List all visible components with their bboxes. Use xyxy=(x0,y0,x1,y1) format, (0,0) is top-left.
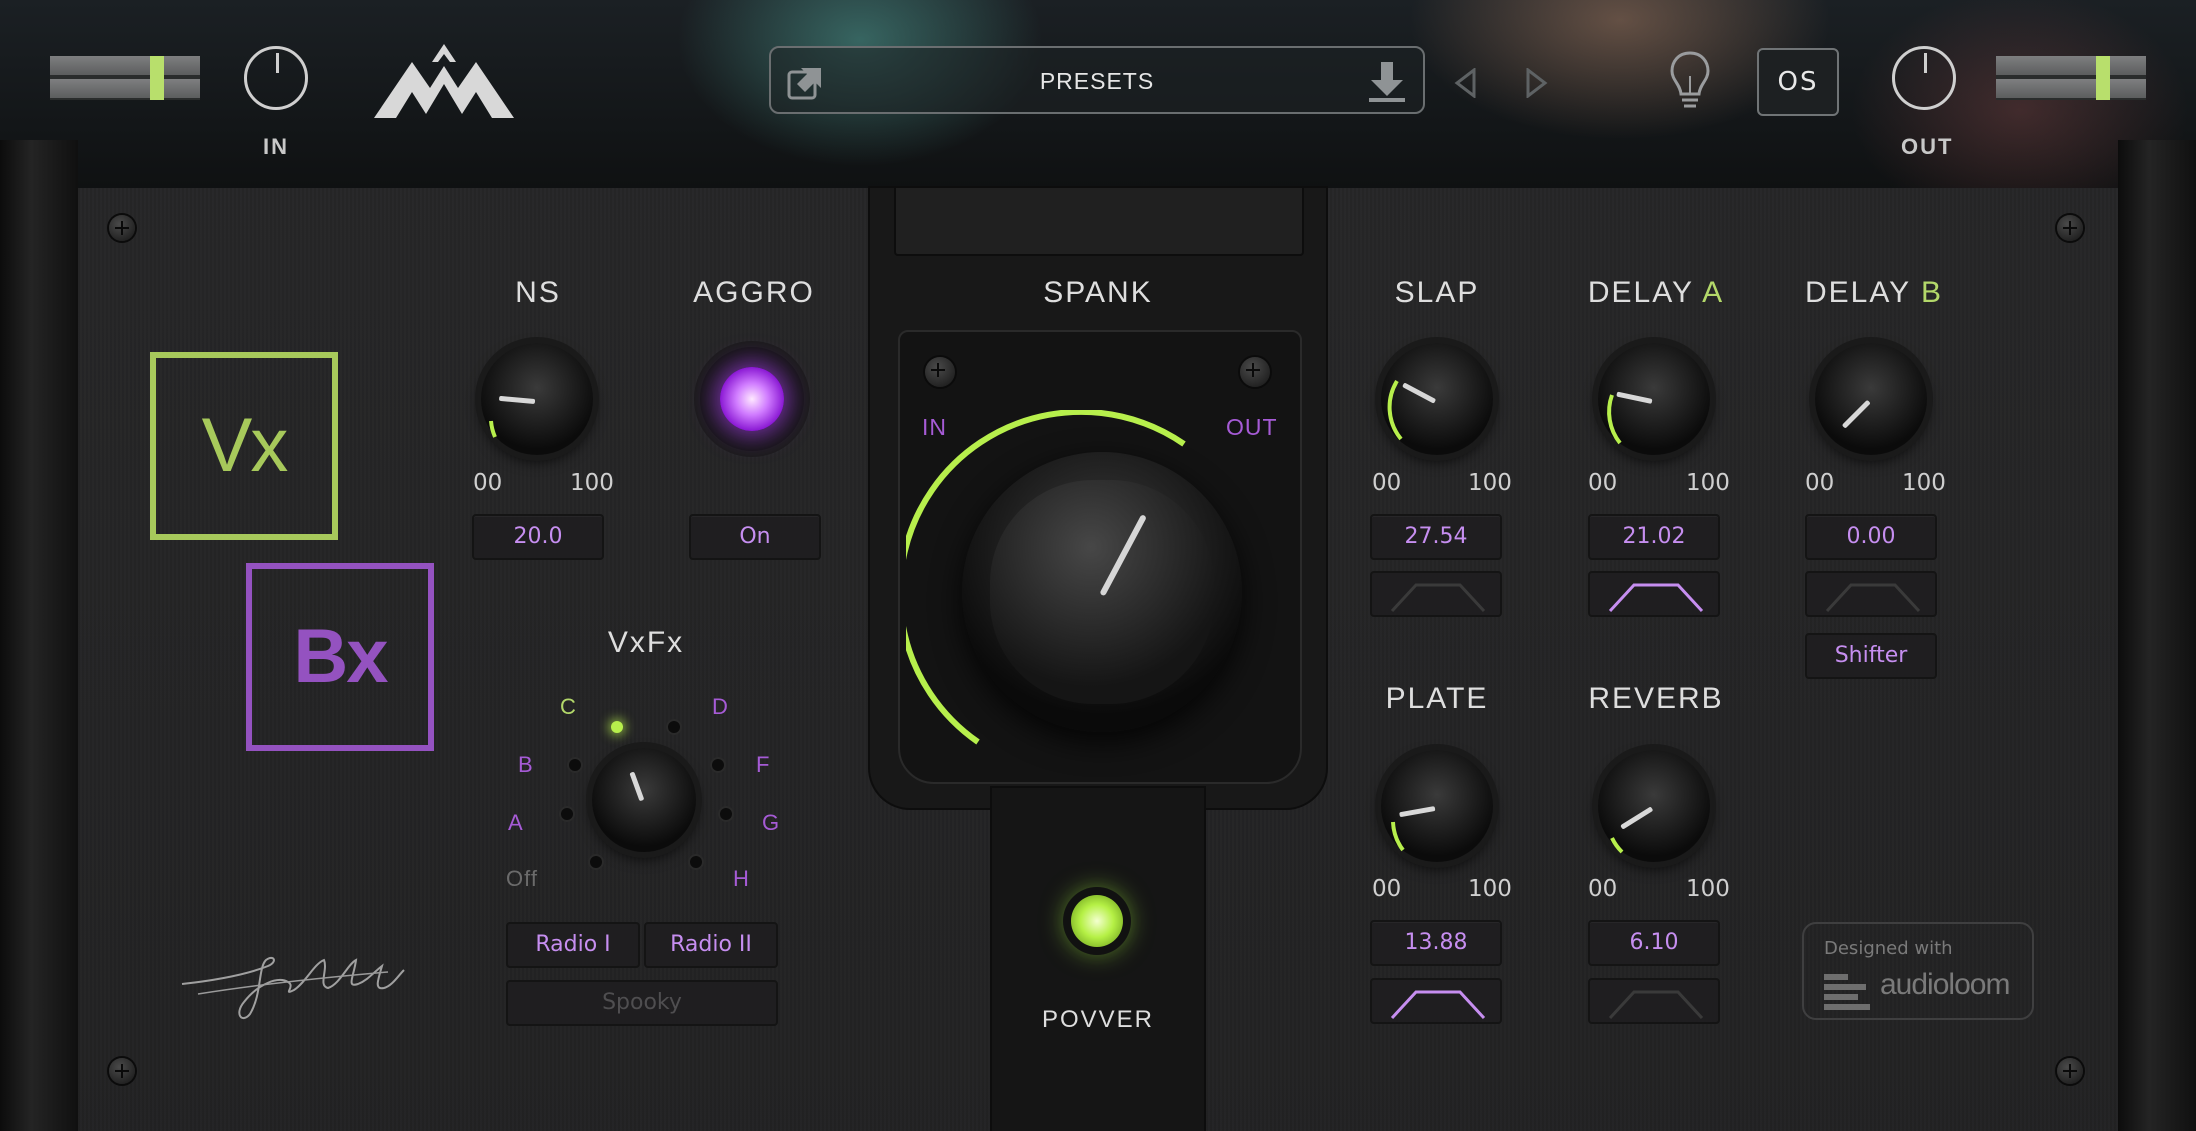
screw-icon xyxy=(925,357,955,387)
slap-max-label: 100 xyxy=(1468,470,1512,496)
delay-b-filter-shape[interactable] xyxy=(1805,571,1937,617)
aggro-title: AGGRO xyxy=(693,276,815,309)
logo-icon xyxy=(374,44,514,118)
radio2-button[interactable]: Radio II xyxy=(644,922,778,968)
delay-b-title: DELAY B xyxy=(1805,276,1943,309)
audioloom-badge[interactable]: Designed with audioloom xyxy=(1802,922,2034,1020)
reverb-filter-shape[interactable] xyxy=(1588,978,1720,1024)
input-label: IN xyxy=(263,134,289,159)
spank-out-label: OUT xyxy=(1226,414,1278,440)
slap-title: SLAP xyxy=(1394,276,1480,309)
prev-arrow-icon[interactable] xyxy=(1454,68,1478,98)
reverb-knob[interactable] xyxy=(1598,750,1710,862)
delay-a-max-label: 100 xyxy=(1686,470,1730,496)
screw-icon xyxy=(109,215,135,241)
slap-value[interactable]: 27.54 xyxy=(1370,514,1502,560)
reverb-min-label: 00 xyxy=(1588,876,1618,902)
right-rail xyxy=(2118,140,2196,1131)
oversampling-button[interactable]: OS xyxy=(1757,48,1839,116)
download-icon[interactable] xyxy=(1367,60,1407,104)
presets-label[interactable]: PRESETS xyxy=(771,68,1423,95)
input-gain-knob[interactable] xyxy=(244,46,308,110)
vxfx-title: VxFx xyxy=(607,626,685,659)
vxfx-label-h: H xyxy=(733,866,750,891)
vxfx-label-d: D xyxy=(712,694,729,719)
slap-min-label: 00 xyxy=(1372,470,1402,496)
vxfx-label-a: A xyxy=(508,810,524,835)
vxfx-label-f: F xyxy=(756,752,771,777)
shifter-button[interactable]: Shifter xyxy=(1805,633,1937,679)
screw-icon xyxy=(2057,1058,2083,1084)
vxfx-label-c: C xyxy=(560,694,577,719)
slap-filter-shape[interactable] xyxy=(1370,571,1502,617)
audioloom-label: audioloom xyxy=(1880,968,2010,1001)
delay-b-min-label: 00 xyxy=(1805,470,1835,496)
input-meter xyxy=(50,56,200,100)
slap-knob[interactable] xyxy=(1381,343,1493,455)
vxfx-dot-g[interactable] xyxy=(720,808,732,820)
vxfx-dot-off[interactable] xyxy=(590,856,602,868)
vxfx-dot-a[interactable] xyxy=(561,808,573,820)
vxfx-label-off: Off xyxy=(506,866,538,891)
delay-a-title: DELAY A xyxy=(1587,276,1725,309)
delay-a-min-label: 00 xyxy=(1588,470,1618,496)
delay-b-value[interactable]: 0.00 xyxy=(1805,514,1937,560)
left-rail xyxy=(0,140,78,1131)
vxfx-dot-d[interactable] xyxy=(668,721,680,733)
output-gain-knob[interactable] xyxy=(1892,46,1956,110)
vxfx-dot-h[interactable] xyxy=(690,856,702,868)
screw-icon xyxy=(109,1058,135,1084)
top-bar: IN PRESETS OS OUT xyxy=(0,0,2196,188)
plate-filter-shape[interactable] xyxy=(1370,978,1502,1024)
aggro-value[interactable]: On xyxy=(689,514,821,560)
delay-a-filter-shape[interactable] xyxy=(1588,571,1720,617)
ns-max-label: 100 xyxy=(570,470,614,496)
screw-icon xyxy=(1240,357,1270,387)
spank-knob[interactable] xyxy=(962,452,1242,732)
screw-icon xyxy=(2057,215,2083,241)
power-led[interactable] xyxy=(1071,895,1123,947)
bx-logo: Bx xyxy=(246,563,434,751)
radio1-button[interactable]: Radio I xyxy=(506,922,640,968)
designed-with-label: Designed with xyxy=(1824,938,1953,959)
vxfx-selector-knob[interactable] xyxy=(592,748,696,852)
next-arrow-icon[interactable] xyxy=(1524,68,1548,98)
ns-value[interactable]: 20.0 xyxy=(472,514,604,560)
delay-b-knob[interactable] xyxy=(1815,343,1927,455)
reverb-value[interactable]: 6.10 xyxy=(1588,920,1720,966)
presets-bar[interactable]: PRESETS xyxy=(769,46,1425,114)
plate-min-label: 00 xyxy=(1372,876,1402,902)
spooky-button[interactable]: Spooky xyxy=(506,980,778,1026)
plate-value[interactable]: 13.88 xyxy=(1370,920,1502,966)
output-meter xyxy=(1996,56,2146,100)
delay-a-knob[interactable] xyxy=(1598,343,1710,455)
vxfx-dot-c[interactable] xyxy=(611,721,623,733)
plate-knob[interactable] xyxy=(1381,750,1493,862)
vx-logo: Vx xyxy=(150,352,338,540)
ns-knob[interactable] xyxy=(481,343,593,455)
spank-title: SPANK xyxy=(1043,276,1153,309)
reverb-title: REVERB xyxy=(1588,682,1724,715)
plate-title: PLATE xyxy=(1385,682,1489,715)
vxfx-label-g: G xyxy=(762,810,781,835)
aggro-led[interactable] xyxy=(700,347,804,451)
plate-max-label: 100 xyxy=(1468,876,1512,902)
signature-image xyxy=(181,956,405,1020)
delay-b-max-label: 100 xyxy=(1902,470,1946,496)
output-label: OUT xyxy=(1901,134,1954,159)
lightbulb-icon[interactable] xyxy=(1668,50,1712,114)
reverb-max-label: 100 xyxy=(1686,876,1730,902)
vxfx-dot-f[interactable] xyxy=(712,759,724,771)
vxfx-label-b: B xyxy=(518,752,534,777)
audioloom-icon xyxy=(1824,974,1870,1010)
power-label: POVVER xyxy=(1041,1006,1155,1033)
vxfx-dot-b[interactable] xyxy=(569,759,581,771)
delay-a-value[interactable]: 21.02 xyxy=(1588,514,1720,560)
ns-min-label: 00 xyxy=(473,470,503,496)
ns-title: NS xyxy=(515,276,561,309)
